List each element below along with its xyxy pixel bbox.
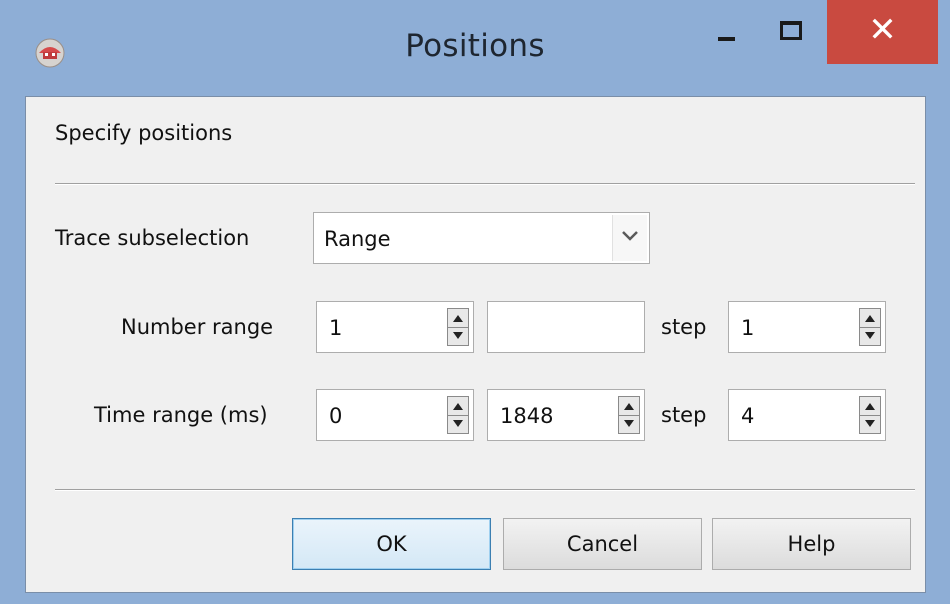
time-range-step-spinner[interactable]: 4 (728, 389, 886, 441)
number-range-step-value: 1 (741, 316, 755, 340)
dialog-header: Specify positions (55, 121, 233, 145)
title-bar[interactable]: Positions ✕ (0, 0, 950, 96)
time-range-from-spinner[interactable]: 0 (316, 389, 474, 441)
ok-button[interactable]: OK (292, 518, 491, 570)
spinner-buttons[interactable] (447, 396, 469, 434)
time-range-step-value: 4 (741, 404, 755, 428)
time-range-to-value: 1848 (500, 404, 554, 428)
arrow-down-icon (453, 420, 463, 427)
number-range-step-label: step (661, 315, 707, 339)
help-button[interactable]: Help (712, 518, 911, 570)
chevron-down-icon (622, 231, 638, 241)
positions-window: Positions ✕ Specify positions Trace subs… (0, 0, 950, 604)
number-range-to-field[interactable] (487, 301, 645, 353)
time-range-label: Time range (ms) (94, 403, 268, 427)
maximize-icon (780, 21, 802, 40)
arrow-down-icon (624, 420, 634, 427)
spinner-buttons[interactable] (859, 396, 881, 434)
spin-up-button[interactable] (860, 397, 880, 416)
spin-down-button[interactable] (860, 327, 880, 345)
number-range-step-spinner[interactable]: 1 (728, 301, 886, 353)
maximize-button[interactable] (760, 0, 824, 64)
spin-down-button[interactable] (448, 327, 468, 345)
spin-down-button[interactable] (619, 415, 639, 433)
close-icon: ✕ (868, 10, 897, 50)
separator (55, 489, 915, 491)
minimize-icon (718, 37, 735, 41)
time-range-from-value: 0 (329, 404, 343, 428)
arrow-down-icon (865, 420, 875, 427)
number-range-label: Number range (121, 315, 274, 339)
trace-subselection-value: Range (324, 227, 391, 251)
close-button[interactable]: ✕ (827, 0, 938, 64)
cancel-button[interactable]: Cancel (503, 518, 702, 570)
arrow-up-icon (865, 315, 875, 322)
arrow-up-icon (624, 403, 634, 410)
dropdown-arrow-button[interactable] (612, 215, 647, 261)
dialog-body: Specify positions Trace subselection Ran… (25, 96, 926, 593)
arrow-up-icon (453, 403, 463, 410)
spin-up-button[interactable] (448, 397, 468, 416)
spin-up-button[interactable] (860, 309, 880, 328)
minimize-button[interactable] (694, 0, 758, 64)
number-range-from-spinner[interactable]: 1 (316, 301, 474, 353)
arrow-down-icon (865, 332, 875, 339)
trace-subselection-label: Trace subselection (55, 226, 250, 250)
spin-up-button[interactable] (619, 397, 639, 416)
spin-down-button[interactable] (860, 415, 880, 433)
number-range-from-value: 1 (329, 316, 343, 340)
arrow-down-icon (453, 332, 463, 339)
trace-subselection-dropdown[interactable]: Range (313, 212, 650, 264)
spinner-buttons[interactable] (618, 396, 640, 434)
spinner-buttons[interactable] (859, 308, 881, 346)
arrow-up-icon (453, 315, 463, 322)
time-range-step-label: step (661, 403, 707, 427)
spin-down-button[interactable] (448, 415, 468, 433)
time-range-to-spinner[interactable]: 1848 (487, 389, 645, 441)
spinner-buttons[interactable] (447, 308, 469, 346)
arrow-up-icon (865, 403, 875, 410)
spin-up-button[interactable] (448, 309, 468, 328)
separator (55, 183, 915, 185)
